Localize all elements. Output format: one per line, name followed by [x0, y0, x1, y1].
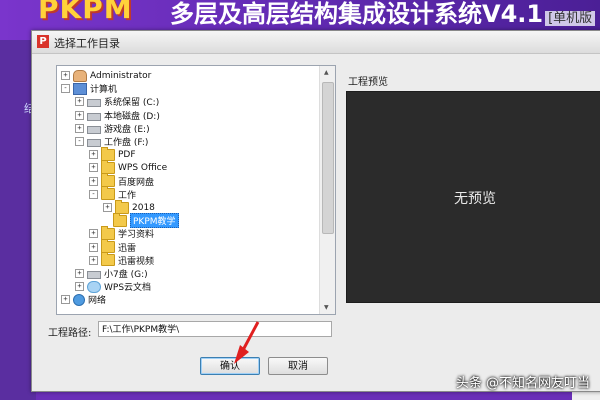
cancel-button[interactable]: 取消 — [268, 357, 328, 375]
app-title-text: 多层及高层结构集成设计系统V4.1 — [170, 0, 544, 28]
path-label: 工程路径: — [48, 328, 92, 339]
expand-icon[interactable]: + — [89, 242, 98, 252]
tree-item[interactable]: PKPM教学 — [103, 212, 179, 229]
tree-item-label: 迅雷视频 — [118, 256, 155, 267]
tree-item[interactable]: + 百度网盘 — [89, 173, 155, 188]
expand-icon[interactable]: + — [75, 110, 84, 120]
tree-item-label: 百度网盘 — [118, 177, 155, 188]
tree-item-label: WPS Office — [118, 162, 168, 173]
expand-icon[interactable]: + — [89, 150, 98, 160]
tree-item-label: 本地磁盘 (D:) — [104, 111, 160, 122]
tree-item[interactable]: + 迅雷 — [89, 239, 137, 254]
folder-icon — [113, 212, 127, 227]
expand-icon[interactable]: + — [89, 255, 98, 265]
collapse-icon[interactable]: - — [61, 84, 70, 94]
tree-item-label: PKPM教学 — [130, 213, 179, 229]
tree-item[interactable]: + 本地磁盘 (D:) — [75, 109, 160, 122]
drive-icon — [87, 139, 101, 147]
edition-tag: [单机版 — [545, 11, 596, 26]
user-icon — [73, 69, 87, 82]
tree-item[interactable]: + Administrator — [61, 69, 151, 82]
tree-item[interactable]: + WPS云文档 — [75, 280, 151, 293]
expand-icon[interactable]: + — [103, 203, 112, 212]
no-preview-text: 无预览 — [454, 191, 496, 207]
folder-tree[interactable]: + Administrator - 计算机 + 系统保留 (C:) + 本地磁盘 (D:) + 游… — [56, 65, 336, 315]
tree-item[interactable]: +2018 — [103, 199, 155, 214]
tree-item-label: PDF — [118, 149, 136, 160]
network-icon — [73, 293, 85, 306]
collapse-icon[interactable]: - — [89, 189, 98, 199]
expand-icon[interactable]: + — [75, 269, 84, 278]
tree-item[interactable]: - 工作 — [89, 186, 136, 201]
scroll-down-icon[interactable]: ▼ — [324, 304, 329, 311]
app-logo: PKPM — [38, 0, 133, 25]
app-title: 多层及高层结构集成设计系统V4.1 [单机版 — [170, 0, 596, 29]
tree-item[interactable]: + 小7盘 (G:) — [75, 267, 148, 280]
drive-icon — [87, 125, 101, 134]
folder-icon — [101, 225, 115, 240]
scroll-up-icon[interactable]: ▲ — [324, 69, 329, 76]
tree-item-label: 迅雷 — [118, 243, 137, 254]
folder-tree-content: + Administrator - 计算机 + 系统保留 (C:) + 本地磁盘 (D:) + 游… — [57, 66, 319, 314]
tree-item-label: 游戏盘 (E:) — [104, 124, 150, 135]
dialog-title: 选择工作目录 — [54, 37, 120, 50]
drive-icon — [87, 99, 101, 108]
dialog-titlebar[interactable]: P 选择工作目录 — [32, 31, 600, 54]
computer-icon — [73, 82, 87, 95]
folder-icon — [101, 239, 115, 254]
folder-icon — [101, 186, 115, 201]
expand-icon — [103, 217, 110, 224]
expand-icon[interactable]: + — [89, 176, 98, 186]
tree-item[interactable]: + 学习资料 — [89, 225, 155, 241]
expand-icon[interactable]: + — [61, 295, 70, 305]
folder-icon — [101, 146, 115, 161]
cloud-icon — [87, 280, 101, 293]
select-directory-dialog: P 选择工作目录 + Administrator - 计算机 + 系统保留 (C:) + 本地… — [31, 30, 600, 392]
app-icon: P — [37, 35, 49, 48]
folder-icon — [101, 252, 115, 267]
tree-item[interactable]: + 迅雷视频 — [89, 252, 155, 267]
folder-icon — [101, 173, 115, 188]
folder-icon — [101, 159, 115, 174]
tree-item-label: 网络 — [88, 296, 107, 307]
collapse-icon[interactable]: - — [75, 137, 84, 146]
project-preview-pane: 无预览 — [346, 91, 600, 303]
expand-icon[interactable]: + — [75, 282, 84, 292]
expand-icon[interactable]: + — [75, 97, 84, 107]
tree-item-label: WPS云文档 — [104, 283, 152, 294]
tree-item[interactable]: - 工作盘 (F:) — [75, 135, 148, 148]
scrollbar-thumb[interactable] — [322, 82, 334, 234]
tree-scrollbar[interactable]: ▲ ▼ — [319, 66, 335, 314]
tree-item-label: Administrator — [90, 70, 152, 81]
expand-icon[interactable]: + — [89, 229, 98, 239]
expand-icon[interactable]: + — [75, 123, 84, 133]
folder-icon — [115, 199, 129, 214]
tree-item-label: 系统保留 (C:) — [104, 98, 160, 109]
drive-icon — [87, 112, 101, 121]
tree-item-label: 工作盘 (F:) — [104, 138, 149, 148]
confirm-button[interactable]: 确认 — [200, 357, 260, 375]
tree-item[interactable]: + 游戏盘 (E:) — [75, 122, 150, 135]
tree-item[interactable]: + 网络 — [61, 293, 106, 306]
expand-icon[interactable]: + — [61, 71, 70, 80]
watermark: 头条 @不知名网友叮当 — [455, 376, 590, 391]
expand-icon[interactable]: + — [89, 163, 98, 173]
tree-item[interactable]: - 计算机 — [61, 82, 117, 95]
tree-item-label: 计算机 — [90, 85, 118, 96]
project-path-field[interactable]: F:\工作\PKPM教学\ — [98, 321, 332, 337]
drive-icon — [87, 271, 101, 279]
tree-item-label: 学习资料 — [118, 230, 155, 241]
preview-label: 工程预览 — [348, 77, 388, 88]
tree-item[interactable]: + PDF — [89, 146, 136, 161]
tree-item-label: 小7盘 (G:) — [104, 270, 148, 280]
tree-item-label: 2018 — [132, 202, 155, 213]
tree-item[interactable]: + 系统保留 (C:) — [75, 95, 159, 108]
